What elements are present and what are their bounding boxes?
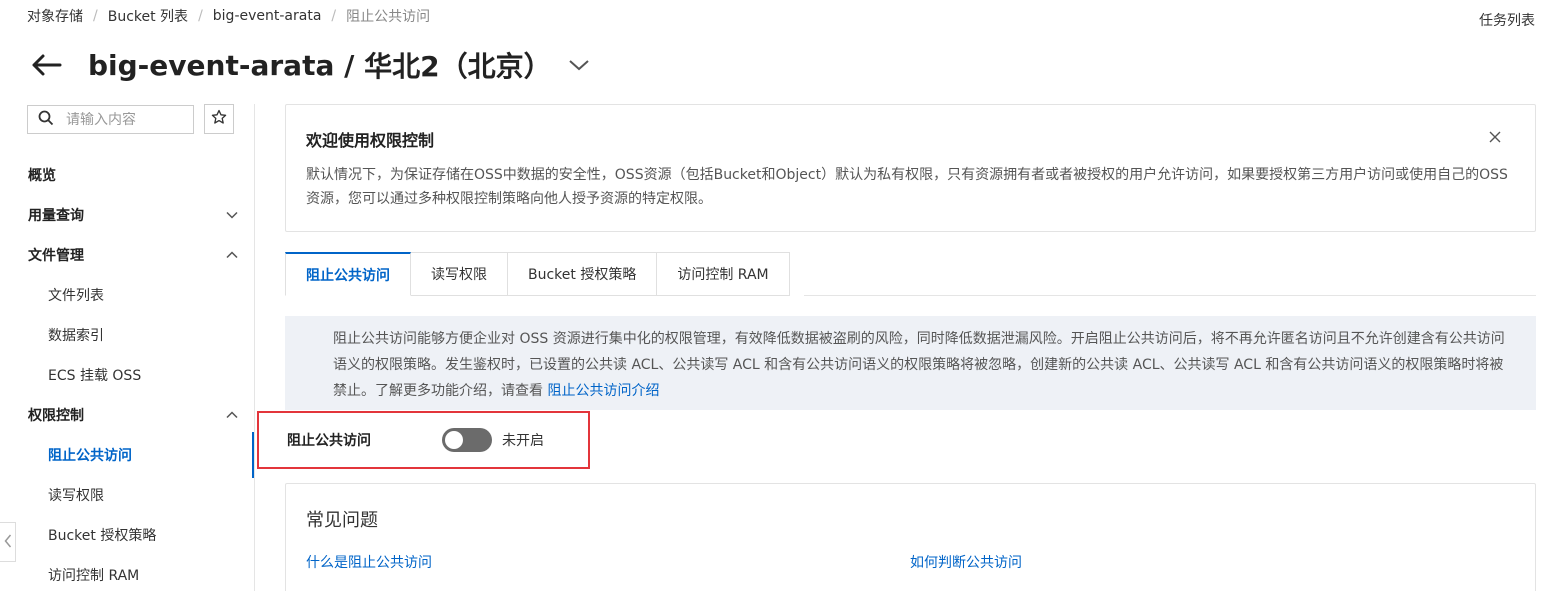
- sidebar-item-usage[interactable]: 用量查询: [0, 195, 254, 235]
- faq-links: 什么是阻止公共访问 如何判断公共访问: [306, 552, 1515, 572]
- task-list-link[interactable]: 任务列表: [1479, 10, 1535, 30]
- sidebar: 概览 用量查询 文件管理 文件列表 数据索引 ECS 挂载 OSS 权限控制 阻…: [0, 100, 256, 591]
- sidebar-item-ram[interactable]: 访问控制 RAM: [0, 555, 254, 591]
- search-input[interactable]: [66, 111, 184, 128]
- block-public-access-label: 阻止公共访问: [287, 433, 371, 449]
- close-icon[interactable]: [1487, 129, 1503, 145]
- chevron-down-icon: [226, 207, 238, 223]
- welcome-title: 欢迎使用权限控制: [306, 131, 435, 150]
- sidebar-item-label: 概览: [28, 168, 56, 184]
- breadcrumb-separator: /: [93, 8, 98, 24]
- welcome-text: 默认情况下，为保证存储在OSS中数据的安全性，OSS资源（包括Bucket和Ob…: [306, 167, 1508, 207]
- sidebar-item-label: 文件列表: [48, 288, 104, 304]
- sidebar-item-label: 数据索引: [48, 328, 104, 344]
- breadcrumb-item-oss[interactable]: 对象存储: [27, 6, 83, 26]
- faq-title: 常见问题: [306, 510, 378, 531]
- star-icon: [211, 109, 227, 129]
- sidebar-item-block-public-access[interactable]: 阻止公共访问: [0, 435, 254, 475]
- block-public-access-toggle[interactable]: [442, 428, 492, 452]
- faq-link[interactable]: 如何判断公共访问: [910, 552, 1022, 572]
- sidebar-item-ecs-mount[interactable]: ECS 挂载 OSS: [0, 355, 254, 395]
- chevron-up-icon: [226, 407, 238, 423]
- page-title-bucket: big-event-arata: [88, 48, 335, 82]
- sidebar-item-label: 访问控制 RAM: [48, 568, 140, 584]
- sidebar-divider: [254, 104, 255, 591]
- tab-acl[interactable]: 读写权限: [411, 252, 508, 296]
- chevron-up-icon: [226, 247, 238, 263]
- chevron-left-icon: [4, 533, 12, 552]
- breadcrumb-item-current: 阻止公共访问: [346, 9, 431, 25]
- back-arrow-icon[interactable]: [30, 50, 64, 80]
- sidebar-item-label: ECS 挂载 OSS: [48, 368, 142, 384]
- breadcrumb-item-bucket-list[interactable]: Bucket 列表: [108, 6, 188, 26]
- sidebar-item-label: 权限控制: [28, 408, 84, 424]
- page-header: big-event-arata / 华北2（北京）: [30, 44, 590, 86]
- sidebar-active-indicator: [252, 432, 254, 478]
- tabs-divider: [804, 295, 1536, 296]
- tab-block-public-access[interactable]: 阻止公共访问: [285, 252, 411, 296]
- info-notice: 阻止公共访问能够方便企业对 OSS 资源进行集中化的权限管理，有效降低数据被盗刷…: [285, 316, 1536, 410]
- sidebar-item-bucket-policy[interactable]: Bucket 授权策略: [0, 515, 254, 555]
- sidebar-item-overview[interactable]: 概览: [0, 155, 254, 195]
- notice-link[interactable]: 阻止公共访问介绍: [547, 383, 659, 399]
- breadcrumb-separator: /: [331, 8, 337, 24]
- sidebar-item-label: 文件管理: [28, 248, 84, 264]
- favorite-button[interactable]: [204, 104, 234, 134]
- tab-ram[interactable]: 访问控制 RAM: [657, 252, 790, 296]
- block-public-access-setting: 阻止公共访问 未开启: [257, 411, 590, 469]
- breadcrumb-separator: /: [198, 8, 203, 24]
- sidebar-item-file-management[interactable]: 文件管理: [0, 235, 254, 275]
- permission-tabs: 阻止公共访问 读写权限 Bucket 授权策略 访问控制 RAM: [285, 252, 790, 296]
- breadcrumb: 对象存储 / Bucket 列表 / big-event-arata / 阻止公…: [27, 6, 430, 26]
- notice-text: 阻止公共访问能够方便企业对 OSS 资源进行集中化的权限管理，有效降低数据被盗刷…: [333, 331, 1505, 399]
- sidebar-item-label: 用量查询: [28, 208, 84, 224]
- sidebar-item-label: 读写权限: [48, 488, 104, 504]
- toggle-knob: [445, 431, 463, 449]
- faq-link[interactable]: 什么是阻止公共访问: [306, 552, 432, 572]
- search-icon: [38, 110, 54, 130]
- faq-card: 常见问题 什么是阻止公共访问 如何判断公共访问: [285, 483, 1536, 591]
- sidebar-item-file-list[interactable]: 文件列表: [0, 275, 254, 315]
- sidebar-search: [27, 105, 194, 134]
- sidebar-item-label: Bucket 授权策略: [48, 528, 157, 544]
- breadcrumb-item-bucket[interactable]: big-event-arata: [213, 8, 322, 24]
- sidebar-collapse-button[interactable]: [0, 522, 16, 562]
- sidebar-item-acl[interactable]: 读写权限: [0, 475, 254, 515]
- tab-bucket-policy[interactable]: Bucket 授权策略: [508, 252, 658, 296]
- sidebar-nav: 概览 用量查询 文件管理 文件列表 数据索引 ECS 挂载 OSS 权限控制 阻…: [0, 155, 254, 591]
- page-title-region: 华北2（北京）: [364, 50, 552, 83]
- sidebar-item-label: 阻止公共访问: [48, 448, 132, 464]
- sidebar-item-data-index[interactable]: 数据索引: [0, 315, 254, 355]
- page-title-separator: /: [334, 48, 365, 82]
- sidebar-item-permission-control[interactable]: 权限控制: [0, 395, 254, 435]
- welcome-card: 欢迎使用权限控制 默认情况下，为保证存储在OSS中数据的安全性，OSS资源（包括…: [285, 104, 1536, 232]
- toggle-status: 未开启: [502, 433, 544, 449]
- chevron-down-icon[interactable]: [568, 54, 590, 76]
